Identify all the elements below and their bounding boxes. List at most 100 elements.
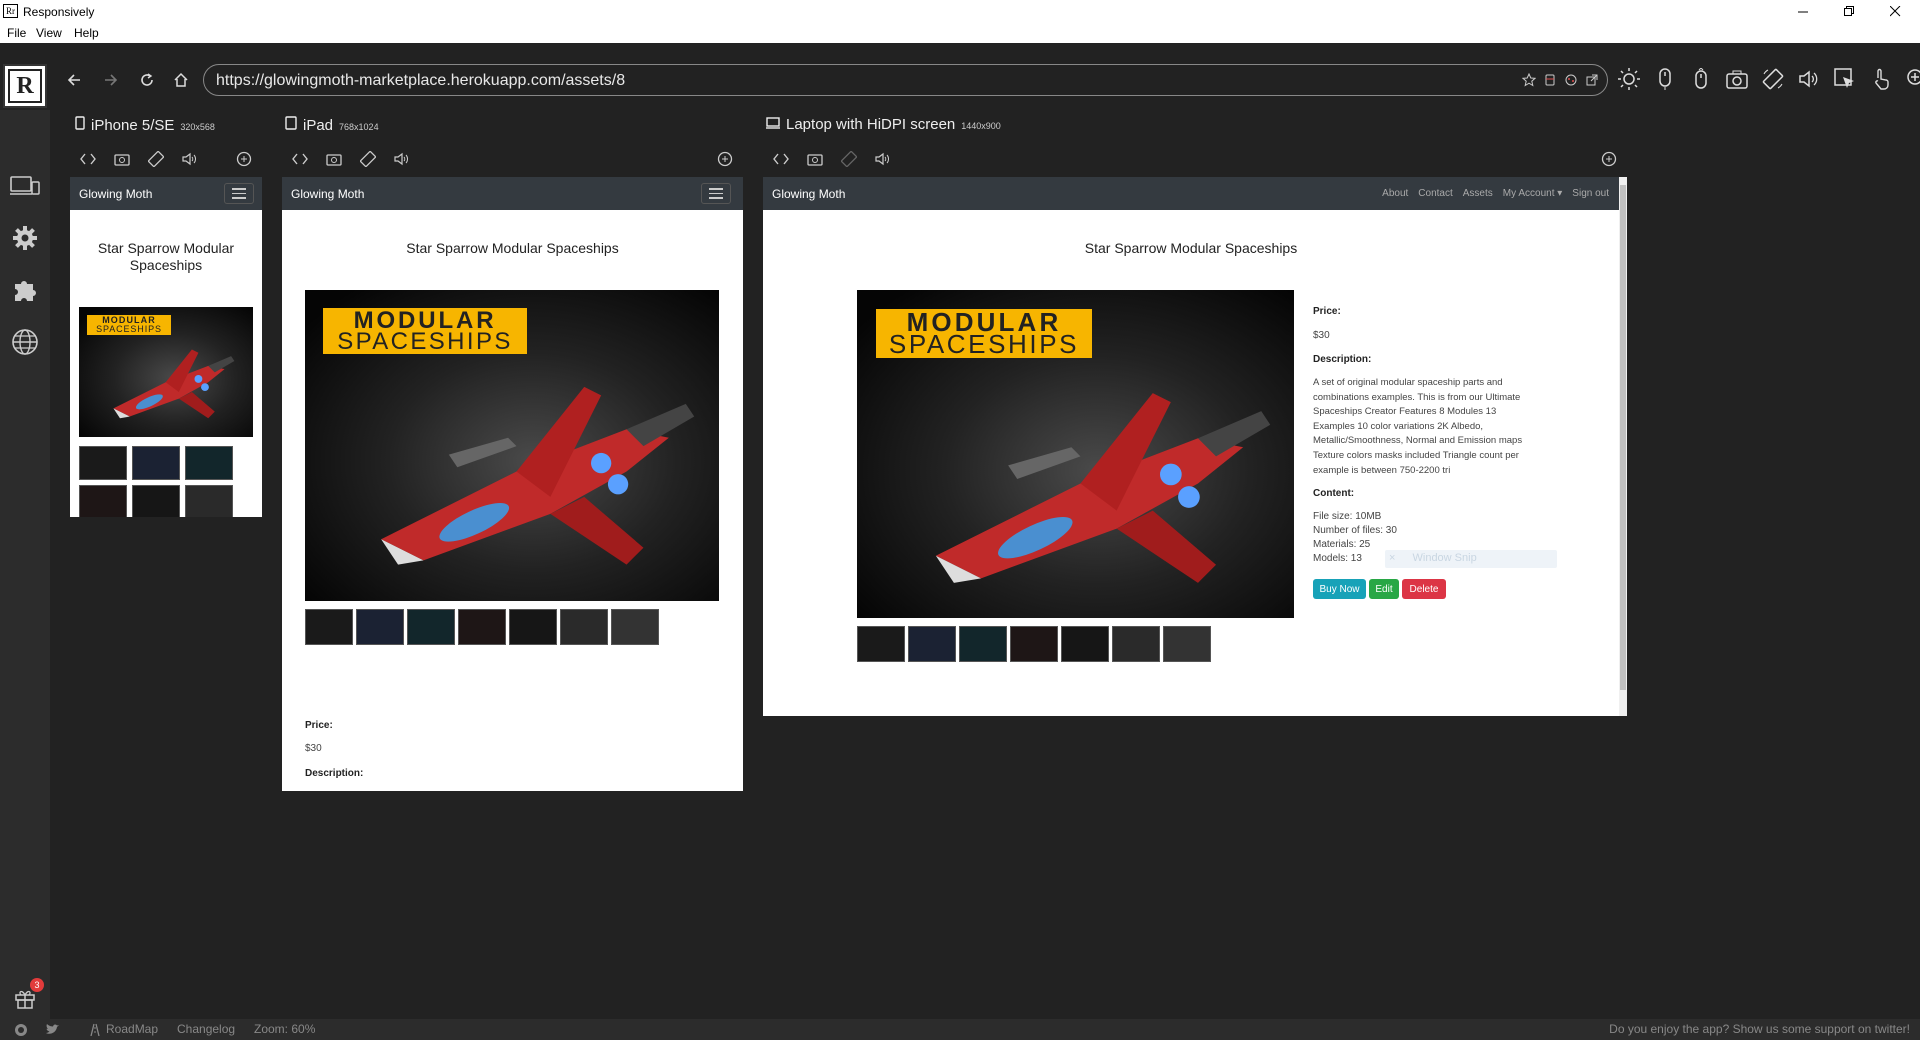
minimize-icon[interactable] [1780,0,1826,23]
device-screenshot-icon[interactable] [112,149,132,169]
menu-help[interactable]: Help [74,26,99,40]
devices-icon[interactable] [9,170,41,202]
site-brand[interactable]: Glowing Moth [772,187,845,201]
site-navbar: Glowing Moth [70,177,262,210]
hamburger-menu-icon[interactable] [224,183,254,204]
device-name: iPad [303,117,334,134]
thumbnail-2[interactable] [908,626,956,662]
device-mute-icon[interactable] [180,149,200,169]
changelog-link[interactable]: Changelog [177,1022,235,1036]
thumbnail-1[interactable] [79,446,127,480]
restore-icon[interactable] [1826,0,1872,23]
device-rotate-icon-disabled [839,149,859,169]
close-icon[interactable] [1872,0,1918,23]
device-rotate-icon[interactable] [146,149,166,169]
site-brand[interactable]: Glowing Moth [291,187,364,201]
inspect-element-icon[interactable] [1832,66,1858,92]
description-label: Description: [1313,354,1372,365]
device-scroll-sync-icon[interactable] [234,149,254,169]
delete-button[interactable]: Delete [1402,579,1446,599]
viewport-scrollbar[interactable] [1619,177,1627,716]
rotate-devices-icon[interactable] [1760,66,1786,92]
mouse-icon[interactable] [1652,66,1678,92]
window-title-bar: Rr Responsively [0,0,1920,23]
clear-storage-icon[interactable] [1543,73,1557,87]
thumbnail-3[interactable] [407,609,455,645]
device-name: Laptop with HiDPI screen [786,116,956,133]
device-mute-icon[interactable] [392,149,412,169]
roadmap-link[interactable]: RoadMap [106,1022,158,1036]
site-brand[interactable]: Glowing Moth [79,187,152,201]
nav-sign-out[interactable]: Sign out [1572,188,1609,199]
menu-view[interactable]: View [36,26,62,40]
device-scroll-sync-icon[interactable] [1599,149,1619,169]
hamburger-menu-icon[interactable] [701,183,731,204]
thumbnail-5[interactable] [509,609,557,645]
reload-icon[interactable] [136,69,158,91]
browser-toolbar: R https://glowingmoth-marketplace.heroku… [0,43,1920,110]
scrollbar-thumb[interactable] [1620,185,1626,690]
thumbnail-4[interactable] [458,609,506,645]
device-rotate-icon[interactable] [358,149,378,169]
thumbnail-7[interactable] [1163,626,1211,662]
home-icon[interactable] [170,69,192,91]
twitter-icon[interactable] [45,1023,59,1036]
extensions-puzzle-icon[interactable] [9,274,41,306]
scroll-mouse-icon[interactable] [1688,66,1714,92]
devtools-code-icon[interactable] [771,149,791,169]
github-icon[interactable] [14,1023,28,1037]
thumbnail-1[interactable] [857,626,905,662]
thumbnail-5[interactable] [132,485,180,517]
thumbnail-7[interactable] [611,609,659,645]
device-name: iPhone 5/SE [91,117,175,134]
thumbnail-6[interactable] [1112,626,1160,662]
thumbnail-4[interactable] [79,485,127,517]
mute-audio-icon[interactable] [1796,66,1822,92]
forward-icon[interactable] [100,69,122,91]
nav-assets[interactable]: Assets [1463,188,1493,199]
edit-button[interactable]: Edit [1369,579,1399,599]
delete-cookies-icon[interactable] [1564,73,1578,87]
thumbnail-2[interactable] [132,446,180,480]
url-text[interactable]: https://glowingmoth-marketplace.herokuap… [216,72,625,90]
thumbnail-2[interactable] [356,609,404,645]
open-in-browser-icon[interactable] [1585,73,1599,87]
device-mute-icon[interactable] [873,149,893,169]
network-globe-icon[interactable] [9,326,41,358]
nav-about[interactable]: About [1382,188,1408,199]
device-tools-laptop [771,149,1621,169]
description-label: Description: [305,768,364,779]
thumbnail-6[interactable] [185,485,233,517]
thumbnail-6[interactable] [560,609,608,645]
brightness-icon[interactable] [1616,66,1642,92]
back-icon[interactable] [63,69,85,91]
asset-main-image[interactable]: MODULAR SPACESHIPS [79,307,253,437]
thumbnail-5[interactable] [1061,626,1109,662]
thumbnail-1[interactable] [305,609,353,645]
buy-now-button[interactable]: Buy Now [1313,579,1366,599]
devtools-code-icon[interactable] [78,149,98,169]
thumbnail-3[interactable] [959,626,1007,662]
caret-down-icon: ▾ [1557,188,1563,199]
thumbnail-3[interactable] [185,446,233,480]
nav-my-account[interactable]: My Account ▾ [1503,188,1563,199]
zoom-in-icon[interactable] [1904,66,1920,92]
settings-gear-icon[interactable] [9,222,41,254]
menu-file[interactable]: File [7,26,26,40]
device-scroll-sync-icon[interactable] [715,149,735,169]
bookmark-star-icon[interactable] [1522,73,1536,87]
device-header-iphone: iPhone 5/SE 320x568 [75,116,215,134]
thumbnail-gallery [79,446,259,517]
touch-mode-icon[interactable] [1868,66,1894,92]
screenshot-icon[interactable] [1724,66,1750,92]
asset-main-image[interactable]: MODULAR SPACESHIPS [857,290,1294,618]
description-text: A set of original modular spaceship part… [1313,377,1523,476]
nav-contact[interactable]: Contact [1418,188,1452,199]
asset-main-image[interactable]: MODULAR SPACESHIPS [305,290,719,601]
device-screenshot-icon[interactable] [805,149,825,169]
support-message[interactable]: Do you enjoy the app? Show us some suppo… [1609,1022,1910,1036]
devtools-code-icon[interactable] [290,149,310,169]
thumbnail-4[interactable] [1010,626,1058,662]
device-screenshot-icon[interactable] [324,149,344,169]
address-bar[interactable]: https://glowingmoth-marketplace.herokuap… [203,64,1608,96]
